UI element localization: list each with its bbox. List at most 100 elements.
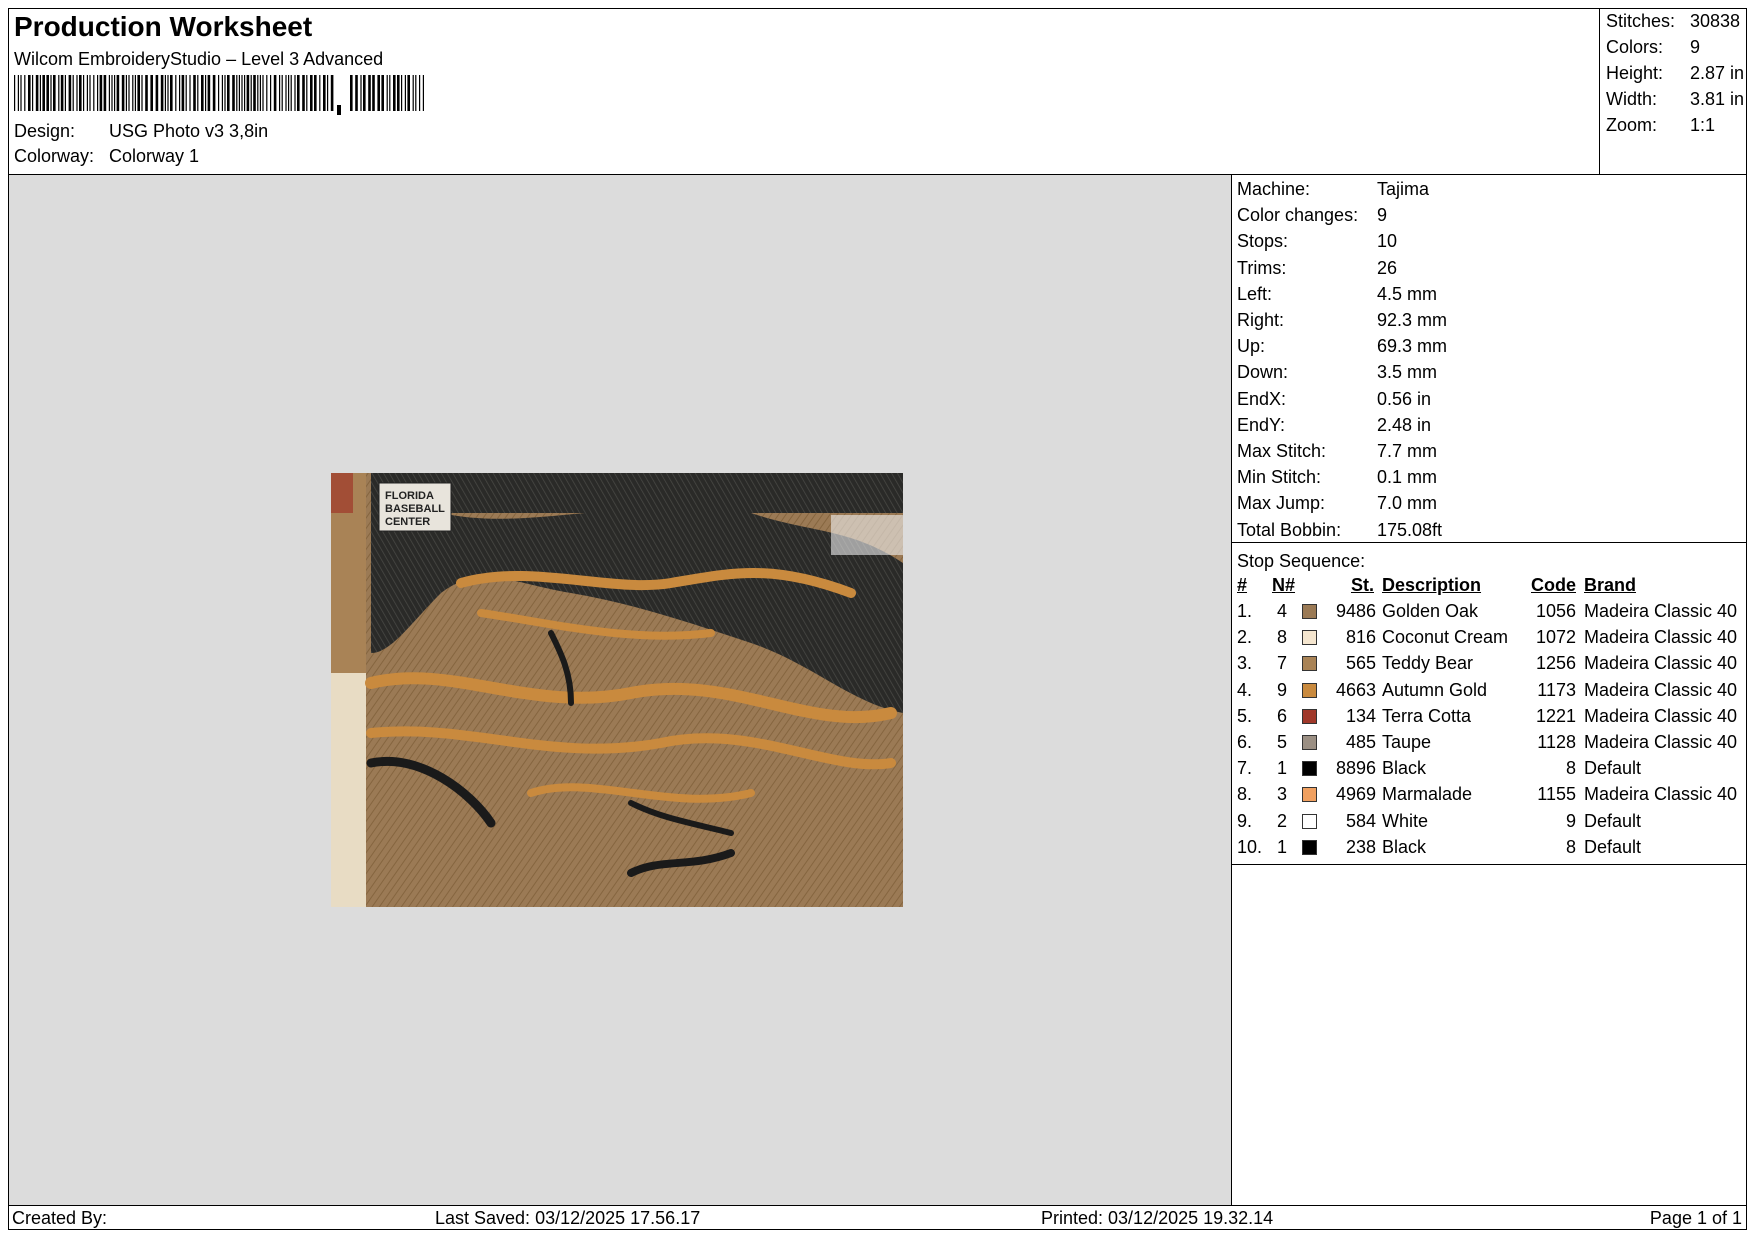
stop-row-needle: 1 [1276, 758, 1287, 779]
stat-label: Stitches: [1606, 11, 1676, 31]
header-stitches: St. [1350, 575, 1374, 595]
stat-label: Zoom: [1606, 115, 1658, 135]
stop-row-code: 1256 [1535, 653, 1576, 674]
machine-row: Up: 69.3 mm [1237, 336, 1447, 357]
stop-row-number: 1. [1237, 601, 1253, 621]
header-code: Code [1531, 575, 1576, 595]
stat-value: 2.87 in [1690, 63, 1745, 83]
stop-row-needle: 9 [1276, 679, 1287, 700]
colorway-row: Colorway: Colorway 1 [14, 146, 199, 167]
colorway-value: Colorway 1 [109, 146, 200, 166]
stop-row-needle: 1 [1276, 836, 1287, 857]
stat-value: 9 [1690, 37, 1701, 57]
worksheet-title: Production Worksheet [14, 11, 313, 42]
page-number: Page 1 of 1 [1649, 1208, 1742, 1228]
thread-color-swatch [1302, 839, 1317, 855]
machine-value: Tajima [1377, 179, 1430, 199]
machine-label: Up: [1237, 336, 1266, 357]
stop-row-brand: Madeira Classic 40 [1584, 732, 1738, 752]
machine-value: 7.7 mm [1377, 441, 1438, 461]
machine-row: Color changes: 9 [1237, 205, 1387, 226]
colorway-label: Colorway: [14, 146, 95, 166]
stop-row-brand: Madeira Classic 40 [1584, 784, 1738, 805]
machine-row: EndY: 2.48 in [1237, 415, 1431, 436]
machine-row: Machine: Tajima [1237, 179, 1429, 200]
stat-value: 3.81 in [1690, 89, 1745, 109]
thread-color-swatch [1302, 708, 1317, 724]
stop-row-stitches: 238 [1345, 836, 1376, 857]
stop-row-number: 8. [1237, 784, 1253, 805]
printed-date: Printed: 03/12/2025 19.32.14 [1041, 1208, 1274, 1228]
stop-row-code: 1221 [1535, 705, 1576, 726]
stat-label: Colors: [1606, 37, 1664, 57]
thread-color-swatch [1302, 682, 1317, 698]
machine-row: Stops: 10 [1237, 231, 1397, 252]
stop-row-code: 1128 [1537, 732, 1576, 752]
header-description: Description [1382, 575, 1482, 595]
machine-value: 175.08ft [1377, 519, 1443, 540]
machine-row: Down: 3.5 mm [1237, 362, 1437, 383]
logo-text-line-1: FLORIDA [385, 490, 434, 502]
stop-row-description: Autumn Gold [1382, 679, 1488, 700]
stop-row-number: 4. [1237, 679, 1253, 700]
stop-row-description: Marmalade [1382, 784, 1473, 805]
stop-row-brand: Madeira Classic 40 [1584, 653, 1738, 674]
stop-row-needle: 3 [1276, 784, 1287, 805]
stop-row-brand: Madeira Classic 40 [1584, 705, 1738, 726]
stop-sequence-panel: Stop Sequence: # N# St. Description Code… [1232, 543, 1746, 865]
stop-row-description: Taupe [1382, 732, 1432, 752]
machine-label: Color changes: [1237, 205, 1359, 226]
machine-row: Total Bobbin: 175.08ft [1237, 520, 1442, 541]
stop-row-brand: Default [1584, 758, 1642, 779]
machine-label: Max Stitch: [1237, 441, 1327, 461]
machine-label: Max Jump: [1237, 493, 1326, 514]
stop-row-code: 1056 [1535, 601, 1576, 621]
stop-row-description: Terra Cotta [1382, 705, 1472, 726]
machine-label: Left: [1237, 283, 1273, 304]
stat-label: Width: [1606, 89, 1658, 109]
machine-row: Max Jump: 7.0 mm [1237, 493, 1437, 514]
stat-value: 30838 [1690, 11, 1741, 31]
stop-row-number: 7. [1237, 758, 1253, 779]
thread-color-swatch [1302, 813, 1317, 829]
design-label: Design: [14, 121, 76, 141]
stop-row-stitches: 4969 [1335, 784, 1376, 805]
design-stats: Stitches: 30838 Colors: 9 Height: 2.87 in W… [1599, 9, 1746, 175]
thread-color-swatch [1302, 787, 1317, 803]
machine-row: EndX: 0.56 in [1237, 389, 1431, 410]
logo-text-line-3: CENTER [385, 516, 430, 528]
stop-row-code: 1155 [1537, 784, 1576, 805]
created-by: Created By: [12, 1208, 108, 1228]
machine-value: 7.0 mm [1377, 493, 1438, 514]
stop-row-needle: 4 [1276, 601, 1287, 621]
stop-row-description: Golden Oak [1382, 601, 1479, 621]
stop-row-brand: Madeira Classic 40 [1584, 601, 1738, 621]
machine-label: Total Bobbin: [1237, 519, 1342, 540]
machine-value: 10 [1377, 231, 1398, 252]
thread-color-swatch [1302, 604, 1317, 619]
machine-value: 0.1 mm [1377, 467, 1438, 488]
last-saved: Last Saved: 03/12/2025 17.56.17 [435, 1208, 701, 1228]
thread-color-swatch [1302, 630, 1317, 646]
stop-row-stitches: 134 [1345, 705, 1376, 726]
stat-colors: Colors: 9 [1606, 37, 1700, 58]
stop-row-number: 6. [1237, 732, 1253, 752]
stop-row-stitches: 565 [1345, 653, 1376, 674]
machine-row: Right: 92.3 mm [1237, 310, 1447, 331]
embroidery-design-image: FLORIDA BASEBALL CENTER [331, 473, 903, 907]
stop-row-number: 3. [1237, 653, 1253, 674]
barcode-graphic [14, 75, 424, 115]
stat-label: Height: [1606, 63, 1664, 83]
stop-row-brand: Default [1584, 810, 1642, 831]
stop-row-stitches: 816 [1345, 627, 1376, 648]
machine-value: 69.3 mm [1377, 336, 1448, 357]
stat-value: 1:1 [1690, 115, 1716, 135]
stop-row-number: 10. [1237, 836, 1263, 857]
stop-row-code: 8 [1565, 836, 1576, 857]
stop-row-description: Coconut Cream [1382, 627, 1509, 648]
header-brand: Brand [1584, 575, 1637, 595]
design-preview-area: FLORIDA BASEBALL CENTER [9, 175, 1232, 1205]
stop-row-stitches: 485 [1345, 732, 1376, 752]
stop-row-stitches: 584 [1345, 810, 1376, 831]
stop-row-number: 2. [1237, 627, 1253, 648]
